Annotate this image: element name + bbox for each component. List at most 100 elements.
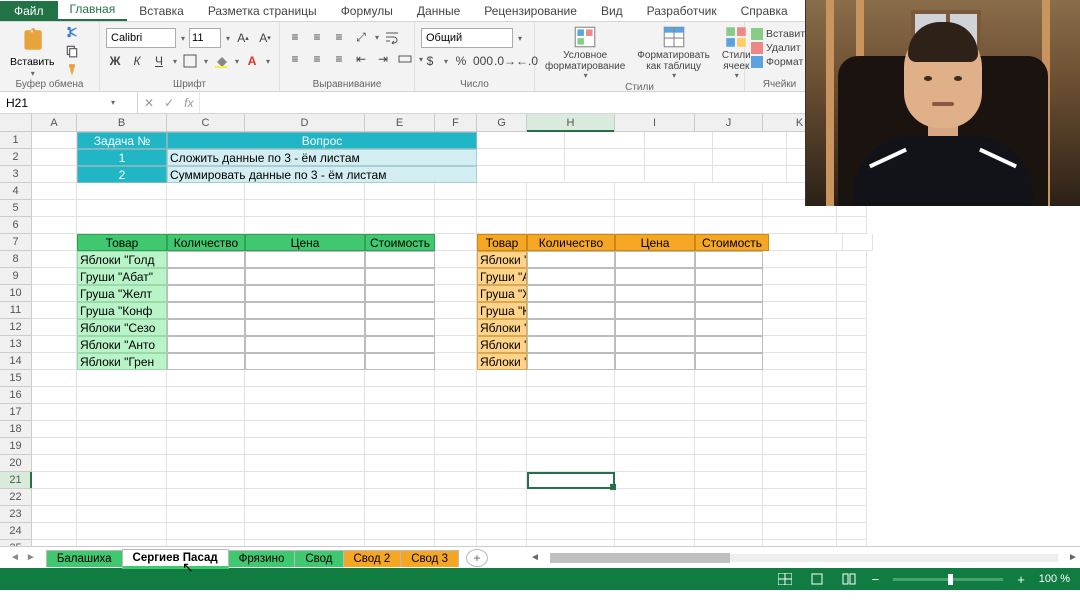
cell[interactable] — [477, 149, 565, 166]
percent-button[interactable]: % — [452, 52, 470, 70]
align-left-button[interactable]: ≡ — [286, 50, 304, 68]
cell[interactable] — [615, 268, 695, 285]
name-box[interactable] — [0, 96, 110, 110]
cell[interactable] — [167, 455, 245, 472]
cell[interactable] — [837, 353, 867, 370]
zoom-in-button[interactable]: + — [1017, 572, 1025, 587]
cell[interactable] — [167, 217, 245, 234]
cell[interactable] — [527, 268, 615, 285]
cell[interactable] — [615, 285, 695, 302]
sheet-nav-next[interactable]: ► — [26, 552, 36, 563]
cell[interactable] — [763, 438, 837, 455]
cell[interactable] — [245, 251, 365, 268]
cell[interactable] — [365, 387, 435, 404]
cell[interactable] — [695, 200, 763, 217]
cell[interactable] — [245, 455, 365, 472]
cell[interactable] — [477, 387, 527, 404]
cell[interactable]: Яблоки "Ан — [477, 336, 527, 353]
tab-pagelayout[interactable]: Разметка страницы — [196, 1, 329, 21]
fx-button[interactable]: fx — [184, 96, 193, 110]
fill-color-button[interactable] — [212, 52, 230, 70]
cell[interactable] — [32, 234, 77, 251]
cell[interactable] — [477, 540, 527, 546]
cell[interactable] — [615, 387, 695, 404]
cell[interactable] — [695, 353, 763, 370]
underline-button[interactable]: Ч — [150, 52, 168, 70]
cell[interactable] — [527, 438, 615, 455]
cell[interactable] — [365, 540, 435, 546]
cell[interactable] — [763, 217, 837, 234]
col-header[interactable]: D — [245, 114, 365, 131]
cell[interactable] — [245, 421, 365, 438]
cell[interactable] — [32, 268, 77, 285]
cell[interactable] — [435, 506, 477, 523]
cell[interactable]: Яблоки "Голд — [77, 251, 167, 268]
cell[interactable] — [763, 268, 837, 285]
paste-button[interactable]: Вставить▾ — [6, 25, 59, 78]
row-header[interactable]: 19 — [0, 438, 32, 455]
cell[interactable]: Стоимость — [695, 234, 769, 251]
merge-button[interactable] — [396, 50, 414, 68]
cell[interactable]: 1 — [77, 149, 167, 166]
zoom-out-button[interactable]: − — [872, 572, 880, 587]
cell[interactable] — [167, 370, 245, 387]
cell[interactable] — [365, 268, 435, 285]
row-header[interactable]: 8 — [0, 251, 32, 268]
cell[interactable] — [527, 285, 615, 302]
cell[interactable] — [167, 438, 245, 455]
cell[interactable] — [365, 319, 435, 336]
cell[interactable] — [695, 217, 763, 234]
cell[interactable] — [32, 183, 77, 200]
cell[interactable] — [695, 183, 763, 200]
cell[interactable] — [769, 234, 843, 251]
cell[interactable] — [695, 319, 763, 336]
cell[interactable] — [77, 472, 167, 489]
cell[interactable] — [32, 489, 77, 506]
col-header[interactable]: G — [477, 114, 527, 131]
cell[interactable] — [763, 336, 837, 353]
cell[interactable] — [763, 251, 837, 268]
cell[interactable] — [615, 455, 695, 472]
cell[interactable] — [695, 370, 763, 387]
cell[interactable] — [837, 438, 867, 455]
row-header[interactable]: 17 — [0, 404, 32, 421]
font-color-button[interactable]: A — [243, 52, 261, 70]
cell[interactable] — [435, 251, 477, 268]
row-header[interactable]: 3 — [0, 166, 32, 183]
wrap-text-button[interactable] — [383, 28, 401, 46]
cell[interactable] — [763, 540, 837, 546]
cell[interactable] — [695, 302, 763, 319]
enter-formula-button[interactable]: ✓ — [164, 96, 174, 110]
cell[interactable]: Товар — [477, 234, 527, 251]
zoom-level[interactable]: 100 % — [1039, 573, 1070, 585]
col-header[interactable]: E — [365, 114, 435, 131]
cell[interactable] — [167, 421, 245, 438]
cell[interactable] — [477, 132, 565, 149]
cell[interactable] — [365, 217, 435, 234]
cell[interactable] — [477, 421, 527, 438]
cell[interactable] — [645, 149, 713, 166]
cell[interactable]: Груша "Конф — [77, 302, 167, 319]
cell[interactable] — [435, 472, 477, 489]
cell[interactable] — [435, 540, 477, 546]
tab-help[interactable]: Справка — [729, 1, 800, 21]
cell[interactable] — [565, 166, 645, 183]
cell[interactable] — [837, 489, 867, 506]
tab-insert[interactable]: Вставка — [127, 1, 196, 21]
cell[interactable] — [527, 336, 615, 353]
cell[interactable] — [245, 200, 365, 217]
cell[interactable] — [837, 302, 867, 319]
row-header[interactable]: 5 — [0, 200, 32, 217]
decrease-decimal-button[interactable]: ←.0 — [518, 52, 536, 70]
cell[interactable] — [167, 200, 245, 217]
hscroll-bar[interactable] — [550, 551, 1058, 565]
cell[interactable] — [837, 387, 867, 404]
cell[interactable] — [763, 455, 837, 472]
cell[interactable] — [837, 523, 867, 540]
cell[interactable] — [365, 200, 435, 217]
cell[interactable] — [32, 540, 77, 546]
cell[interactable] — [477, 200, 527, 217]
cell[interactable]: Стоимость — [365, 234, 435, 251]
cell[interactable]: 2 — [77, 166, 167, 183]
align-top-button[interactable]: ≡ — [286, 28, 304, 46]
